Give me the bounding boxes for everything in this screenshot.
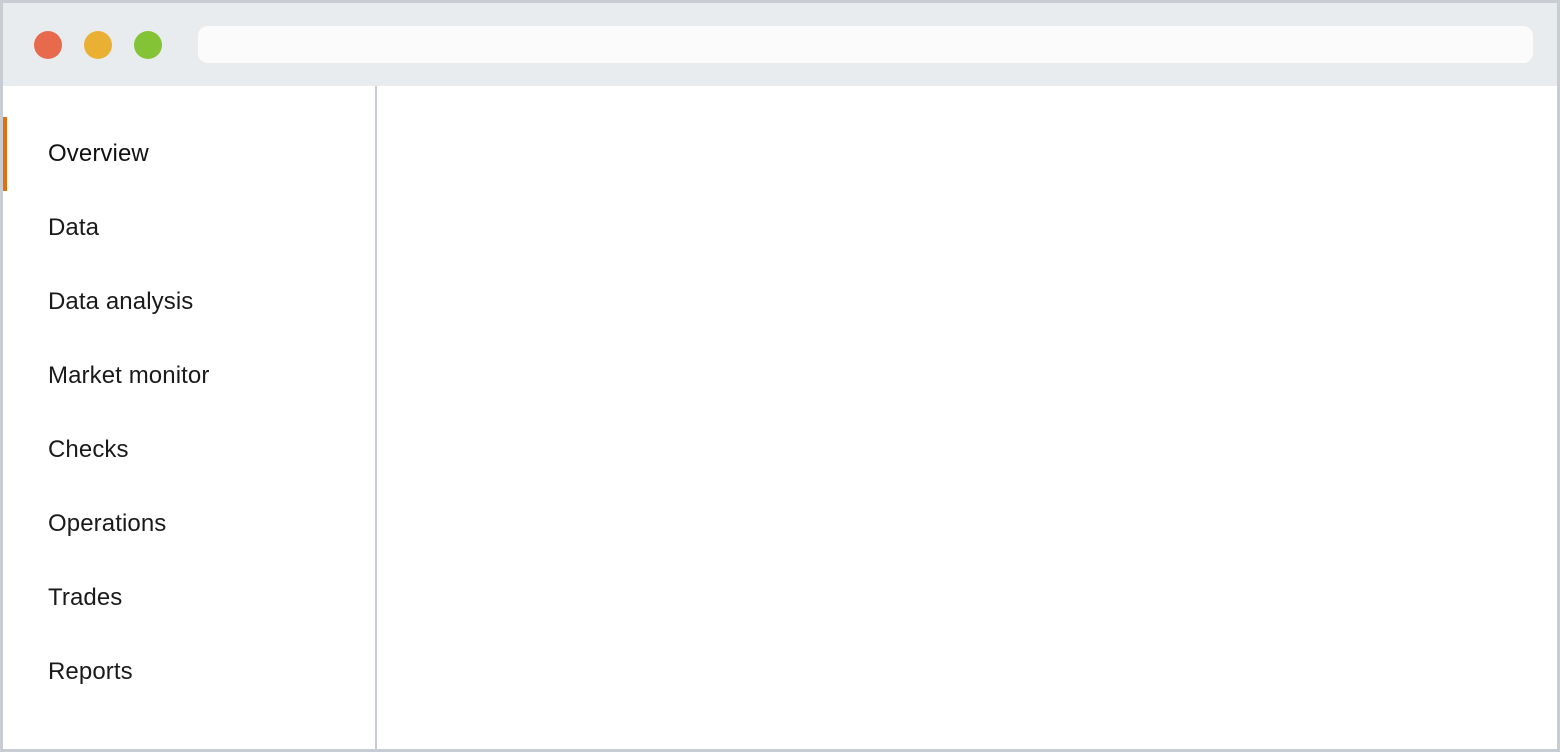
address-input[interactable]	[198, 26, 1533, 63]
close-button[interactable]	[34, 30, 62, 59]
sidebar-item-list: Overview Data Data analysis Market monit…	[3, 117, 375, 709]
sidebar-item-checks[interactable]: Checks	[3, 413, 375, 487]
active-indicator-bar	[3, 413, 7, 487]
sidebar-item-operations[interactable]: Operations	[3, 487, 375, 561]
sidebar-item-reports[interactable]: Reports	[3, 635, 375, 709]
sidebar-item-label: Checks	[48, 436, 129, 463]
maximize-button[interactable]	[134, 30, 162, 59]
sidebar-navigation: Overview Data Data analysis Market monit…	[3, 86, 377, 749]
window-titlebar	[3, 3, 1557, 86]
sidebar-item-market-monitor[interactable]: Market monitor	[3, 339, 375, 413]
sidebar-item-label: Overview	[48, 140, 149, 167]
sidebar-item-label: Operations	[48, 510, 167, 537]
sidebar-item-data[interactable]: Data	[3, 191, 375, 265]
active-indicator-bar	[3, 561, 7, 635]
main-content-area	[377, 86, 1557, 749]
active-indicator-bar	[3, 487, 7, 561]
sidebar-item-data-analysis[interactable]: Data analysis	[3, 265, 375, 339]
sidebar-item-label: Data	[48, 214, 100, 241]
sidebar-item-label: Trades	[48, 584, 123, 611]
sidebar-item-label: Reports	[48, 658, 133, 685]
active-indicator-bar	[3, 265, 7, 339]
sidebar-item-label: Data analysis	[48, 288, 194, 315]
active-indicator-bar	[3, 339, 7, 413]
active-indicator-bar	[3, 635, 7, 709]
window-body: Overview Data Data analysis Market monit…	[3, 86, 1557, 749]
minimize-button[interactable]	[84, 30, 112, 59]
app-window: Overview Data Data analysis Market monit…	[0, 0, 1560, 752]
sidebar-item-trades[interactable]: Trades	[3, 561, 375, 635]
sidebar-item-overview[interactable]: Overview	[3, 117, 375, 191]
active-indicator-bar	[3, 117, 7, 191]
sidebar-item-label: Market monitor	[48, 362, 210, 389]
active-indicator-bar	[3, 191, 7, 265]
traffic-light-group	[34, 30, 162, 59]
